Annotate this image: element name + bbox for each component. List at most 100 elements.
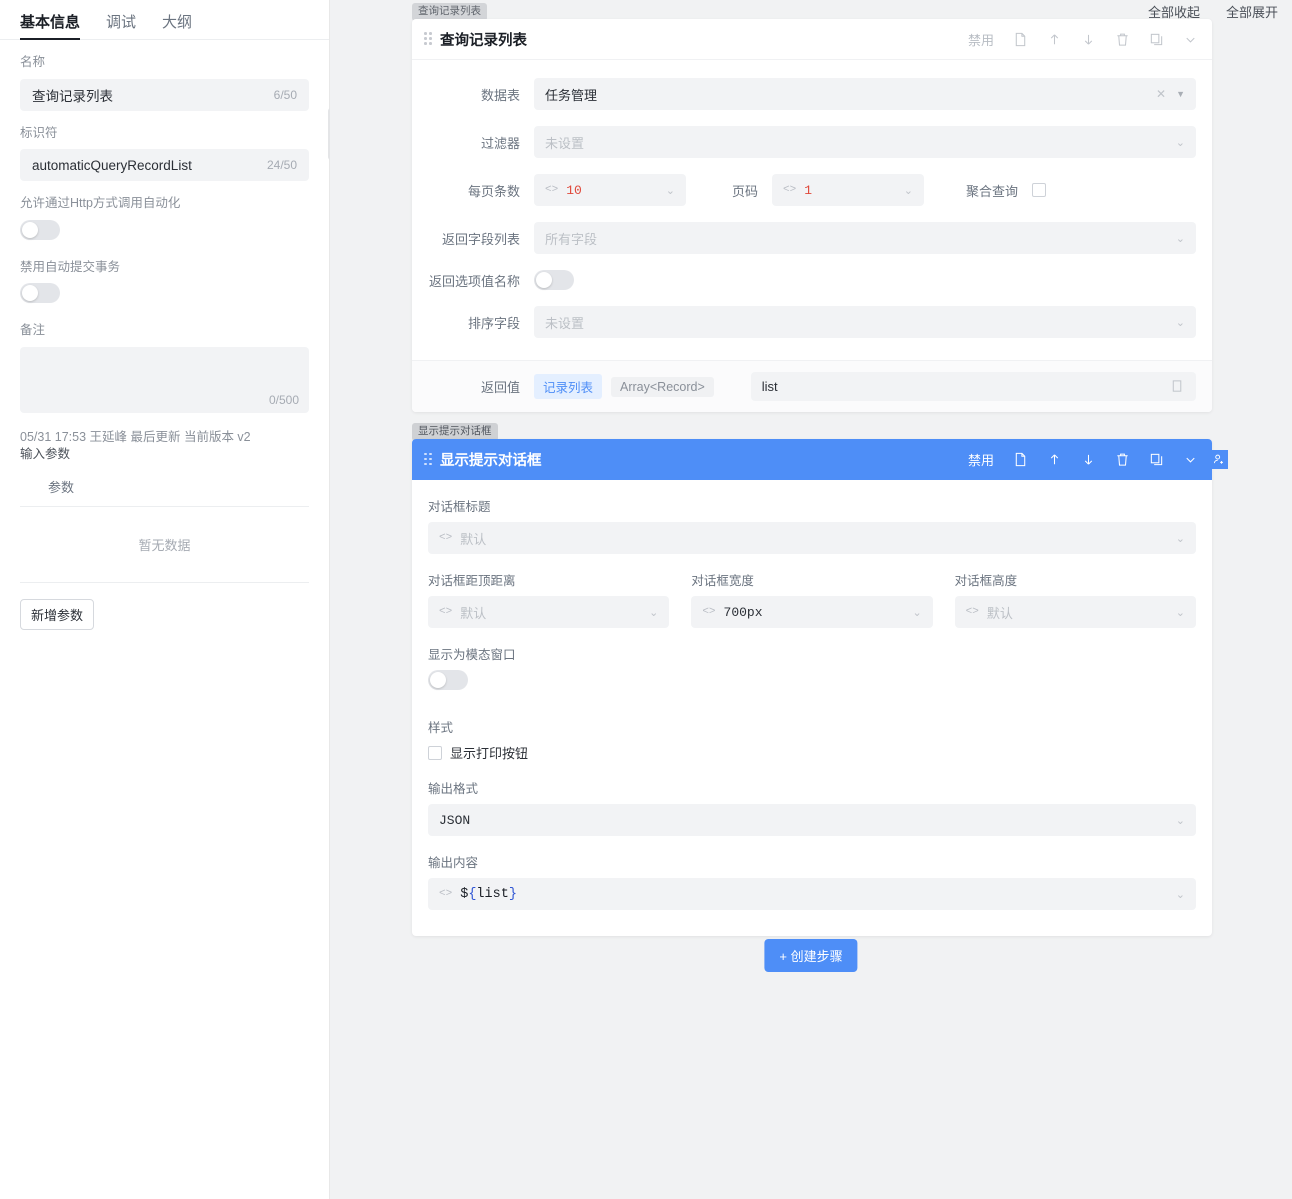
- modal-toggle-group: 显示为模态窗口: [428, 644, 1196, 695]
- note-icon[interactable]: [1013, 32, 1028, 47]
- return-value-type-chip: Array<Record>: [611, 376, 714, 397]
- card-title: 查询记录列表: [440, 32, 527, 49]
- filter-select[interactable]: 未设置 ⌄: [534, 126, 1196, 158]
- dialog-height-group: 对话框高度 <> 默认 ⌄: [954, 570, 1196, 628]
- datatable-select[interactable]: 任务管理 ✕ ▼: [534, 78, 1196, 110]
- return-variable-input[interactable]: list: [750, 372, 1196, 401]
- expression-icon: <>: [439, 606, 453, 618]
- move-up-icon[interactable]: [1047, 452, 1062, 467]
- expression-icon: <>: [965, 606, 979, 618]
- output-content-value: ${list}: [460, 886, 517, 902]
- delete-icon[interactable]: [1115, 452, 1130, 467]
- remark-counter: 0/500: [268, 392, 299, 407]
- move-down-icon[interactable]: [1081, 32, 1096, 47]
- copy-icon[interactable]: [1170, 379, 1185, 394]
- dialog-height-input[interactable]: <> 默认 ⌄: [954, 596, 1196, 628]
- add-param-button[interactable]: 新增参数: [20, 599, 95, 631]
- disable-button[interactable]: 禁用: [968, 30, 994, 49]
- expression-icon: <>: [439, 888, 453, 900]
- return-fields-placeholder: 所有字段: [545, 231, 598, 247]
- delete-icon[interactable]: [1115, 32, 1130, 47]
- page-size-value: 10: [566, 182, 582, 198]
- modal-toggle[interactable]: [428, 670, 468, 690]
- node-tag-query-record-list: 查询记录列表: [412, 3, 487, 21]
- output-content-group: 输出内容 <> ${list} ⌄: [428, 852, 1196, 910]
- move-up-icon[interactable]: [1047, 32, 1062, 47]
- dialog-title-input[interactable]: <> 默认 ⌄: [428, 522, 1196, 554]
- chevron-down-icon: ⌄: [665, 184, 675, 197]
- print-button-checkbox[interactable]: [428, 745, 442, 760]
- output-content-label: 输出内容: [428, 856, 479, 870]
- sidebar-panel: 基本信息 调试 大纲 名称 查询记录列表 6/50 标识符 automaticQ…: [0, 0, 338, 1199]
- aggregate-label: 聚合查询: [965, 183, 1018, 199]
- chevron-down-icon: ⌄: [903, 184, 913, 197]
- dialog-dimension-row: 对话框距顶距离 <> 默认 ⌄ 对话框宽度 <> 700px ⌄ 对话框高度 <…: [428, 570, 1196, 644]
- chevron-down-icon: ⌄: [1175, 232, 1185, 245]
- http-toggle[interactable]: [20, 219, 60, 240]
- aggregate-checkbox[interactable]: [1032, 183, 1046, 197]
- expression-icon: <>: [545, 184, 559, 196]
- page-number-value: 1: [804, 182, 813, 198]
- http-toggle-label: 允许通过Http方式调用自动化: [20, 196, 181, 210]
- step-card-query-record-list: 查询记录列表 禁用 数据表 任务管理 ✕ ▼ 过滤器 未设置 ⌄ 每页条数 <>…: [412, 19, 1212, 412]
- sidebar-body: 名称 查询记录列表 6/50 标识符 automaticQueryRecordL…: [0, 40, 329, 631]
- disable-button[interactable]: 禁用: [968, 450, 994, 469]
- print-button-label: 显示打印按钮: [450, 746, 529, 761]
- return-option-name-toggle[interactable]: [534, 270, 574, 290]
- param-empty-state: 暂无数据: [20, 507, 309, 584]
- assign-user-icon[interactable]: [1209, 450, 1228, 469]
- create-step-button[interactable]: + 创建步骤: [764, 939, 858, 972]
- expression-icon: <>: [439, 532, 453, 544]
- input-params-label: 输入参数: [20, 447, 71, 462]
- chevron-down-icon[interactable]: [1183, 452, 1198, 467]
- page-number-select[interactable]: <> 1 ⌄: [772, 174, 924, 206]
- tab-debug[interactable]: 调试: [106, 15, 136, 39]
- card-body: 数据表 任务管理 ✕ ▼ 过滤器 未设置 ⌄ 每页条数 <> 10 ⌄ 页码 <…: [412, 60, 1212, 360]
- datatable-value: 任务管理: [545, 87, 598, 103]
- remark-textarea[interactable]: 0/500: [20, 346, 309, 413]
- dialog-top-input[interactable]: <> 默认 ⌄: [428, 596, 670, 628]
- chevron-down-icon[interactable]: [1183, 32, 1198, 47]
- copy-icon[interactable]: [1149, 452, 1164, 467]
- card-title: 显示提示对话框: [440, 453, 542, 469]
- output-format-group: 输出格式 JSON ⌄: [428, 778, 1196, 836]
- chevron-down-icon: ⌄: [1175, 888, 1185, 901]
- return-fields-label: 返回字段列表: [441, 231, 520, 247]
- chevron-down-icon: ⌄: [1175, 606, 1185, 619]
- tab-basic-info[interactable]: 基本信息: [20, 15, 81, 40]
- collapse-all-button[interactable]: 全部收起: [1148, 2, 1200, 21]
- note-icon[interactable]: [1013, 452, 1028, 467]
- modal-label: 显示为模态窗口: [428, 648, 516, 662]
- move-down-icon[interactable]: [1081, 452, 1096, 467]
- remark-group: 备注 0/500: [20, 322, 309, 413]
- return-fields-select[interactable]: 所有字段 ⌄: [534, 222, 1196, 254]
- sort-field-label: 排序字段: [467, 315, 520, 331]
- sort-field-select[interactable]: 未设置 ⌄: [534, 306, 1196, 338]
- print-button-checkbox-row[interactable]: 显示打印按钮: [428, 743, 1196, 762]
- name-input[interactable]: 查询记录列表 6/50: [20, 78, 309, 111]
- expand-all-button[interactable]: 全部展开: [1226, 2, 1278, 21]
- output-format-select[interactable]: JSON ⌄: [428, 804, 1196, 836]
- chevron-down-icon: ⌄: [649, 606, 659, 619]
- transaction-toggle[interactable]: [20, 283, 60, 303]
- dialog-width-input[interactable]: <> 700px ⌄: [691, 596, 933, 628]
- expression-icon: <>: [702, 606, 716, 618]
- card-header: 查询记录列表 禁用: [412, 19, 1212, 60]
- output-content-input[interactable]: <> ${list} ⌄: [428, 878, 1196, 910]
- drag-handle-icon[interactable]: [424, 32, 432, 46]
- copy-icon[interactable]: [1149, 32, 1164, 47]
- card-body: 对话框标题 <> 默认 ⌄ 对话框距顶距离 <> 默认 ⌄ 对话框宽度 <> 7…: [412, 480, 1212, 936]
- style-label: 样式: [428, 721, 454, 735]
- transaction-toggle-group: 禁用自动提交事务: [20, 259, 309, 309]
- page-size-select[interactable]: <> 10 ⌄: [534, 174, 686, 206]
- tab-outline[interactable]: 大纲: [162, 15, 192, 39]
- clear-icon[interactable]: ✕: [1156, 87, 1176, 101]
- dialog-title-group: 对话框标题 <> 默认 ⌄: [428, 496, 1196, 554]
- identifier-input[interactable]: automaticQueryRecordList 24/50: [20, 149, 309, 181]
- filter-label: 过滤器: [480, 135, 520, 151]
- card-header-actions: 禁用: [968, 450, 1198, 469]
- drag-handle-icon[interactable]: [424, 452, 432, 467]
- chevron-down-icon: ⌄: [1175, 814, 1185, 827]
- dialog-title-placeholder: 默认: [460, 531, 487, 547]
- dialog-top-group: 对话框距顶距离 <> 默认 ⌄: [428, 570, 670, 628]
